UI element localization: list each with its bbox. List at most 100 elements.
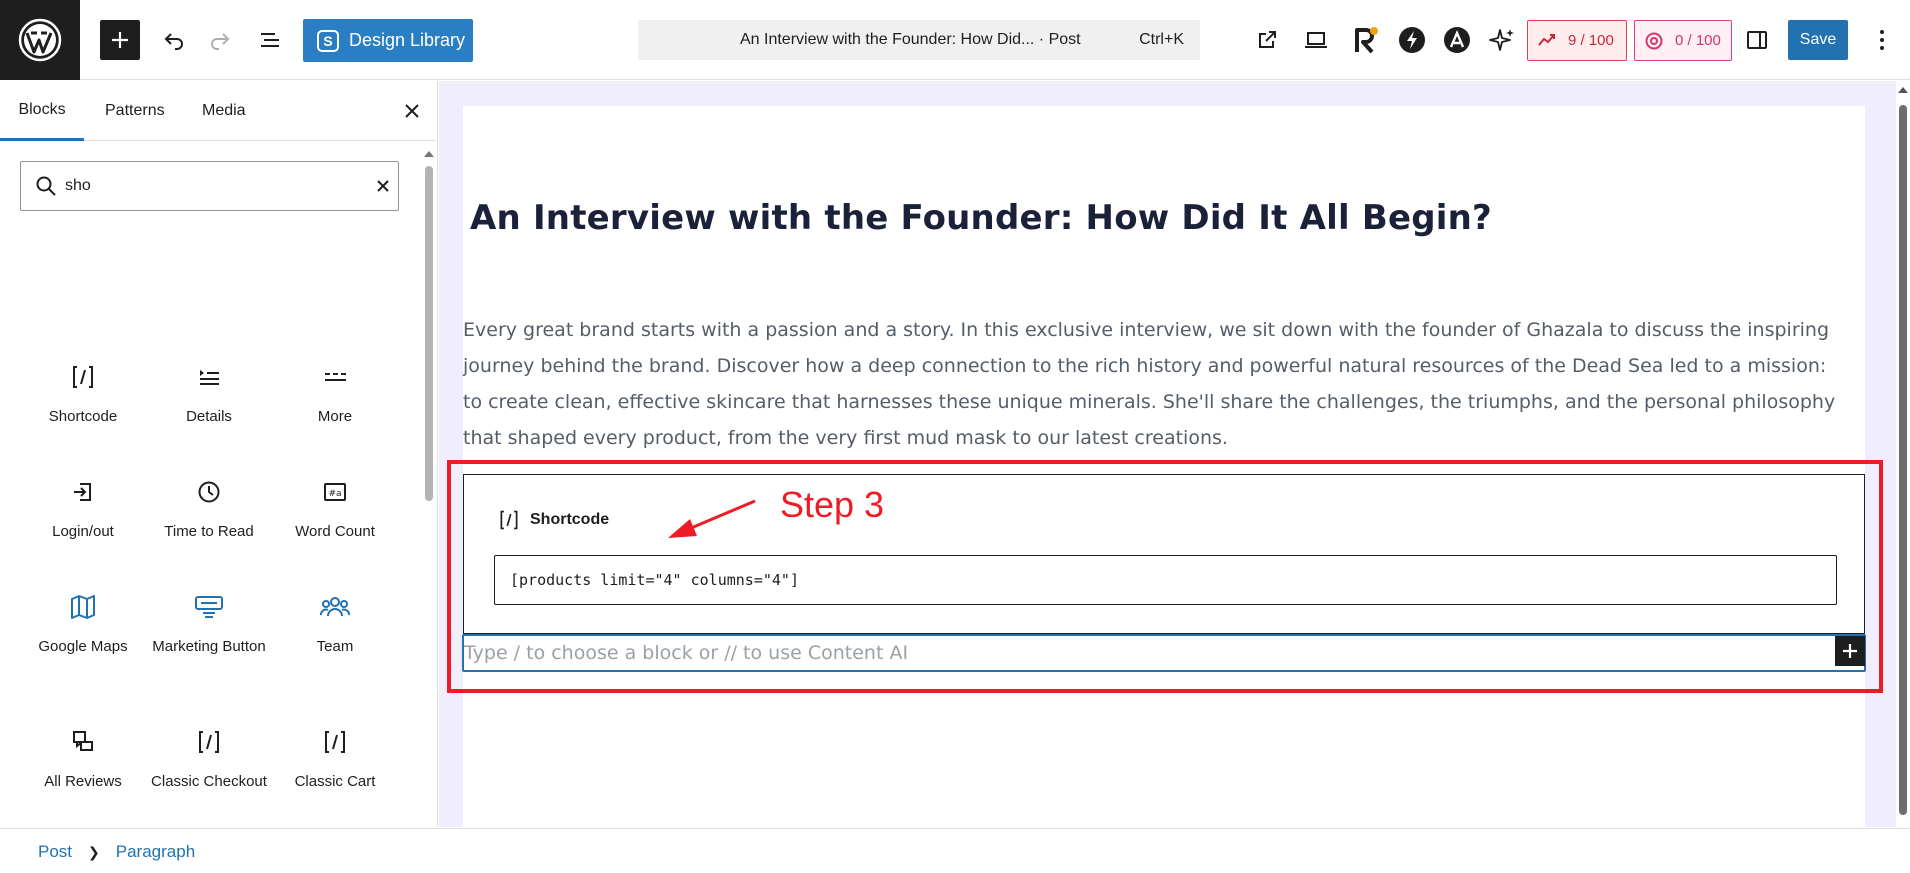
annotation-arrow-icon [668,499,756,538]
clear-search-button[interactable] [371,174,395,198]
wordpress-icon [18,18,62,62]
scroll-up-arrow-icon [424,151,434,157]
undo-button[interactable] [154,20,194,60]
tab-blocks[interactable]: Blocks [0,81,84,141]
plus-icon [1843,644,1857,658]
shortcode-block-title: Shortcode [530,511,610,528]
breadcrumb-post[interactable]: Post [38,842,72,862]
block-item-login-out[interactable]: Login/out [20,476,146,542]
svg-text:#a: #a [328,489,341,499]
content-ai-icon [1645,32,1663,49]
plus-icon [112,32,128,48]
block-item-label: Login/out [52,523,114,540]
scroll-up-arrow-icon [1898,87,1908,93]
document-command-bar[interactable]: An Interview with the Founder: How Did..… [638,20,1200,60]
settings-sidebar-toggle[interactable] [1737,20,1777,60]
options-menu-button[interactable] [1862,20,1902,60]
laptop-icon [1305,32,1327,48]
shortcode-input[interactable] [494,555,1837,605]
block-item-label: Team [316,638,354,655]
block-inserter-button[interactable] [100,20,140,60]
close-icon [377,180,389,192]
block-breadcrumb-bar: Post ❯ Paragraph [0,828,1910,873]
canvas-scrollbar-thumb[interactable] [1899,105,1907,815]
block-item-label: Marketing Button [152,638,266,655]
seo-score-value: 9 / 100 [1568,32,1614,49]
paragraph-block[interactable]: Every great brand starts with a passion … [463,312,1843,456]
close-inserter-button[interactable] [396,95,428,127]
block-item-label: Classic Cart [294,773,376,790]
rank-math-score-icon [1538,33,1555,46]
rank-math-icon [1355,27,1378,54]
list-view-icon [261,33,279,47]
block-item-label: All Reviews [44,773,122,790]
rank-math-plugin-button[interactable] [1346,20,1386,60]
undo-icon [164,33,183,50]
wordpress-logo-button[interactable] [0,0,80,80]
bolt-circle-icon [1399,27,1425,53]
block-item-details[interactable]: Details [146,361,272,427]
canvas-scrollbar[interactable] [1896,81,1910,827]
empty-paragraph-block[interactable]: Type / to choose a block or // to use Co… [462,634,1866,672]
design-library-button[interactable]: S Design Library [303,19,473,62]
block-item-label: Time to Read [164,523,254,540]
block-item-label: Google Maps [38,638,128,655]
content-ai-score-value: 0 / 100 [1675,32,1721,49]
design-library-label: Design Library [349,30,466,50]
reviews-icon [67,726,99,758]
close-icon [405,104,419,118]
block-item-word-count[interactable]: #a Word Count [272,476,398,542]
view-post-button[interactable] [1247,20,1287,60]
astra-icon [1444,27,1470,53]
external-link-icon [1259,31,1276,48]
block-item-label: Word Count [295,523,375,540]
map-icon [67,591,99,623]
shortcode-icon [67,361,99,393]
block-item-time-to-read[interactable]: Time to Read [146,476,272,542]
team-icon [319,591,351,623]
astra-plugin-button[interactable] [1437,20,1477,60]
block-item-google-maps[interactable]: Google Maps [20,591,146,657]
redo-button[interactable] [200,20,240,60]
seo-score-badge[interactable]: 9 / 100 [1527,20,1627,61]
document-title: An Interview with the Founder: How Did..… [740,31,1081,48]
add-block-button[interactable] [1835,636,1865,666]
block-search-box [20,161,399,211]
ai-assistant-button[interactable] [1482,20,1522,60]
post-title[interactable]: An Interview with the Founder: How Did I… [470,198,1492,238]
login-icon [67,476,99,508]
chevron-right-icon: ❯ [88,843,100,860]
sparkle-icon [1489,29,1514,51]
sidebar-panel-icon [1747,31,1767,49]
sidebar-scrollbar[interactable] [423,146,434,826]
block-item-more[interactable]: More [272,361,398,427]
sidebar-scrollbar-thumb[interactable] [425,166,433,501]
save-button[interactable]: Save [1788,20,1848,60]
block-item-label: More [317,408,353,425]
stackable-plugin-button[interactable] [1392,20,1432,60]
block-item-label: Details [186,408,232,425]
block-item-classic-cart[interactable]: Classic Cart [272,726,398,792]
tab-media[interactable]: Media [202,81,246,141]
shortcode-icon [193,726,225,758]
redo-icon [211,33,230,50]
marketing-button-icon [193,591,225,623]
block-item-all-reviews[interactable]: All Reviews [20,726,146,792]
block-item-shortcode[interactable]: Shortcode [20,361,146,427]
content-ai-score-badge[interactable]: 0 / 100 [1634,20,1732,61]
shortcode-icon [500,510,518,530]
breadcrumb: Post ❯ Paragraph [38,842,195,862]
more-icon [319,361,351,393]
block-search-input[interactable] [65,172,365,200]
paragraph-placeholder: Type / to choose a block or // to use Co… [464,642,909,664]
block-item-marketing-button[interactable]: Marketing Button [146,591,272,657]
document-overview-button[interactable] [250,20,290,60]
block-item-classic-checkout[interactable]: Classic Checkout [146,726,272,792]
block-item-team[interactable]: Team [272,591,398,657]
block-inserter-panel: Blocks Patterns Media Shortcode Details … [0,81,438,827]
breadcrumb-paragraph[interactable]: Paragraph [116,842,195,862]
command-shortcut: Ctrl+K [1139,31,1184,48]
tab-patterns[interactable]: Patterns [105,81,165,141]
shortcode-icon [319,726,351,758]
device-preview-button[interactable] [1296,20,1336,60]
